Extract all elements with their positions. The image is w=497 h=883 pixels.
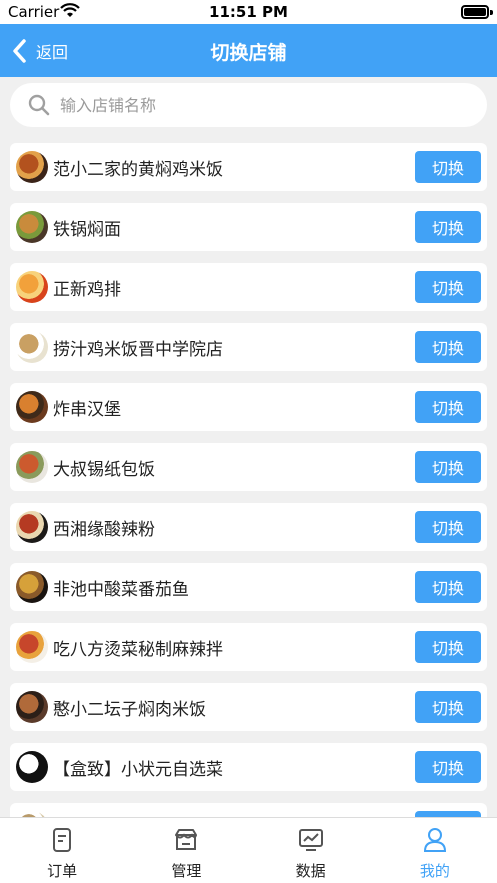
switch-store-button[interactable]: 切换: [415, 691, 481, 723]
tab-manage[interactable]: 管理: [124, 818, 248, 883]
switch-store-button[interactable]: 切换: [415, 451, 481, 483]
search-box: [10, 83, 487, 127]
store-row: 【盒致】小状元自选菜 切换: [10, 743, 487, 791]
store-row: 正新鸡排 切换: [10, 263, 487, 311]
store-row: 西湘缘酸辣粉 切换: [10, 503, 487, 551]
order-icon: [53, 828, 72, 852]
store-name: 范小二家的黄焖鸡米饭: [53, 159, 223, 180]
store-avatar: [16, 391, 48, 423]
store-row: [10, 803, 487, 817]
store-list: 范小二家的黄焖鸡米饭 切换 铁锅焖面 切换 正新鸡排 切换 捞汁鸡米饭晋中学院店 切换 炸串汉堡…: [0, 133, 497, 817]
store-row: 炸串汉堡 切换: [10, 383, 487, 431]
store-row: 吃八方烫菜秘制麻辣拌 切换: [10, 623, 487, 671]
tab-manage-label: 管理: [171, 862, 202, 880]
tab-bar: 订单 管理 数据 我的: [0, 817, 497, 883]
switch-store-button[interactable]: 切换: [415, 211, 481, 243]
store-name: 西湘缘酸辣粉: [53, 519, 155, 540]
store-icon: [175, 829, 198, 850]
switch-store-button[interactable]: 切换: [415, 271, 481, 303]
switch-store-button[interactable]: 切换: [415, 571, 481, 603]
store-name: 【盒致】小状元自选菜: [53, 759, 223, 780]
navigation-bar: 返回 切换店铺: [0, 24, 497, 77]
store-row: 憨小二坛子焖肉米饭 切换: [10, 683, 487, 731]
tab-mine[interactable]: 我的: [373, 818, 497, 883]
switch-store-button[interactable]: 切换: [415, 631, 481, 663]
tab-data[interactable]: 数据: [249, 818, 373, 883]
status-time: 11:51 PM: [209, 3, 288, 21]
search-input[interactable]: [60, 95, 440, 115]
switch-store-button[interactable]: 切换: [415, 391, 481, 423]
battery-tip: [490, 10, 493, 15]
switch-store-button[interactable]: 切换: [415, 331, 481, 363]
store-name: 非池中酸菜番茄鱼: [53, 579, 189, 600]
store-avatar: [16, 571, 48, 603]
store-name: 憨小二坛子焖肉米饭: [53, 699, 206, 720]
store-name: 吃八方烫菜秘制麻辣拌: [53, 639, 223, 660]
store-row: 大叔锡纸包饭 切换: [10, 443, 487, 491]
store-avatar: [16, 631, 48, 663]
store-avatar: [16, 271, 48, 303]
store-name: 捞汁鸡米饭晋中学院店: [53, 339, 223, 360]
chart-icon: [298, 829, 323, 851]
battery-icon: [461, 5, 489, 19]
store-name: 炸串汉堡: [53, 399, 121, 420]
search-section: [0, 77, 497, 133]
store-avatar: [16, 331, 48, 363]
store-name: 正新鸡排: [53, 279, 121, 300]
store-avatar: [16, 451, 48, 483]
switch-store-button[interactable]: 切换: [415, 151, 481, 183]
store-avatar: [16, 211, 48, 243]
page-title: 切换店铺: [210, 42, 287, 64]
tab-data-label: 数据: [295, 862, 326, 880]
store-name: 铁锅焖面: [53, 219, 121, 240]
store-row: 捞汁鸡米饭晋中学院店 切换: [10, 323, 487, 371]
store-name: 大叔锡纸包饭: [53, 459, 155, 480]
store-avatar: [16, 151, 48, 183]
store-avatar: [16, 751, 48, 783]
store-row: 范小二家的黄焖鸡米饭 切换: [10, 143, 487, 191]
tab-orders[interactable]: 订单: [0, 818, 124, 883]
status-bar: Carrier 11:51 PM: [0, 0, 497, 24]
store-row: 非池中酸菜番茄鱼 切换: [10, 563, 487, 611]
tab-mine-label: 我的: [419, 862, 450, 880]
switch-store-button[interactable]: 切换: [415, 511, 481, 543]
store-row: 铁锅焖面 切换: [10, 203, 487, 251]
profile-icon: [423, 828, 446, 852]
tab-orders-label: 订单: [47, 862, 78, 880]
switch-store-button[interactable]: 切换: [415, 751, 481, 783]
store-avatar: [16, 511, 48, 543]
store-avatar: [16, 691, 48, 723]
search-icon: [28, 94, 50, 116]
